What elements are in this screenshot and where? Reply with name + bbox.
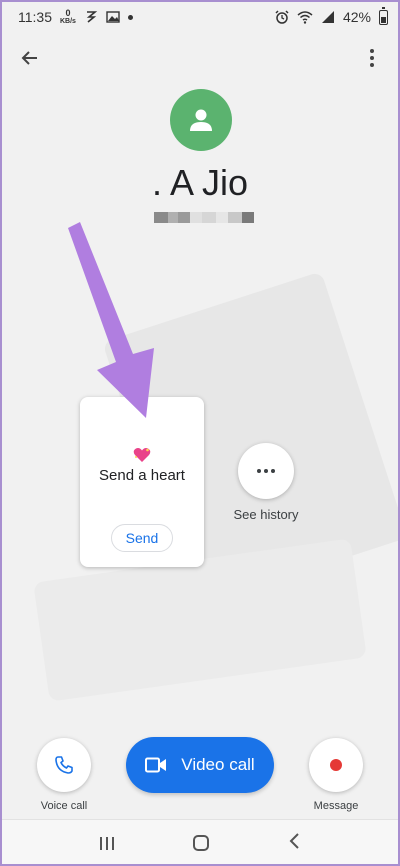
send-heart-label: Send a heart bbox=[99, 467, 185, 484]
recents-icon bbox=[111, 836, 114, 850]
record-dot-icon bbox=[330, 759, 342, 771]
voice-call-label: Voice call bbox=[40, 800, 88, 812]
image-icon bbox=[106, 11, 120, 23]
send-heart-card: Send a heart Send bbox=[80, 397, 204, 567]
status-time: 11:35 bbox=[18, 9, 52, 25]
more-horiz-icon bbox=[271, 469, 275, 473]
recents-icon bbox=[99, 836, 102, 850]
data-saver-icon bbox=[86, 11, 98, 23]
recents-icon bbox=[105, 836, 108, 850]
top-app-bar bbox=[0, 40, 400, 76]
battery-icon bbox=[379, 6, 388, 25]
signal-icon bbox=[321, 11, 334, 23]
data-rate-indicator: 0 KB/s bbox=[60, 8, 76, 26]
video-call-button[interactable]: Video call bbox=[126, 737, 274, 793]
data-rate-value: 0 bbox=[65, 8, 71, 18]
contact-avatar bbox=[170, 89, 232, 151]
more-vert-icon bbox=[370, 49, 374, 67]
send-heart-button[interactable]: Send bbox=[111, 524, 173, 552]
more-horiz-icon bbox=[257, 469, 261, 473]
message-button[interactable] bbox=[309, 738, 363, 792]
voice-call-button[interactable] bbox=[37, 738, 91, 792]
chevron-left-icon bbox=[289, 832, 300, 849]
message-label: Message bbox=[313, 800, 359, 812]
see-history-label: See history bbox=[233, 507, 299, 522]
back-button[interactable] bbox=[16, 44, 44, 72]
arrow-left-icon bbox=[21, 51, 37, 65]
nav-back-button[interactable] bbox=[288, 832, 300, 854]
see-history-button[interactable] bbox=[238, 443, 294, 499]
notification-dot-icon bbox=[127, 14, 133, 20]
phone-icon bbox=[55, 756, 73, 774]
video-call-label: Video call bbox=[181, 755, 255, 774]
system-nav-bar bbox=[0, 819, 400, 866]
status-bar: 11:35 0 KB/s 42% bbox=[0, 0, 400, 34]
data-rate-unit: KB/s bbox=[60, 18, 76, 25]
recent-apps-button[interactable] bbox=[99, 836, 114, 850]
battery-percent: 42% bbox=[342, 9, 371, 25]
home-button[interactable] bbox=[192, 835, 209, 851]
person-icon bbox=[190, 109, 212, 131]
videocam-icon bbox=[145, 757, 167, 773]
heart-icon bbox=[133, 448, 151, 462]
more-horiz-icon bbox=[264, 469, 268, 473]
contact-name: . A Jio bbox=[151, 162, 249, 203]
annotation-arrow bbox=[68, 222, 154, 418]
more-options-button[interactable] bbox=[358, 44, 386, 72]
wifi-icon bbox=[297, 11, 313, 24]
alarm-icon bbox=[275, 10, 289, 24]
